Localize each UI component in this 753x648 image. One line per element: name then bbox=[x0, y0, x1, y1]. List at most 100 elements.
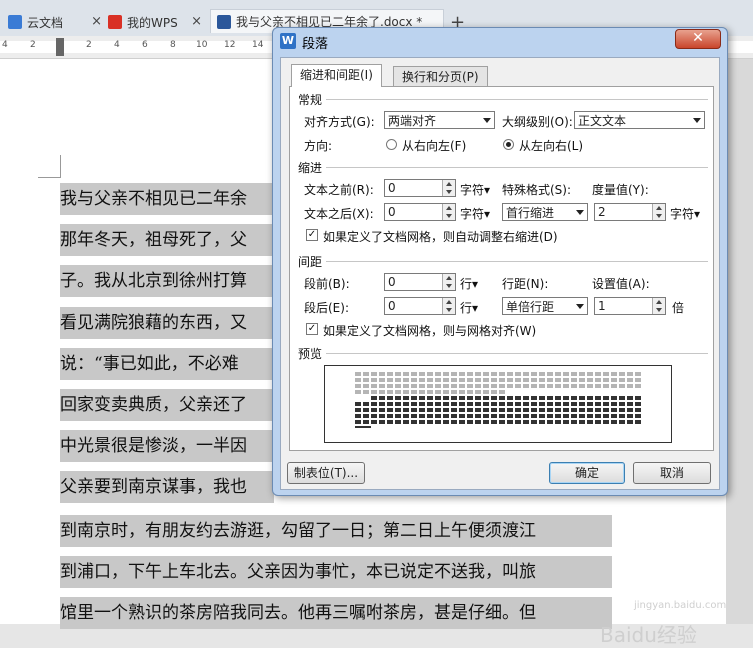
tab-label: 我的WPS bbox=[127, 15, 178, 30]
preview-line bbox=[355, 384, 641, 388]
indent-after-value: 0 bbox=[388, 205, 396, 219]
spin-arrows-icon[interactable] bbox=[652, 298, 665, 314]
line-spacing-label: 行距(N): bbox=[502, 277, 549, 291]
tab-stops-button[interactable]: 制表位(T)... bbox=[287, 462, 365, 484]
space-before-unit[interactable]: 行▾ bbox=[460, 275, 478, 292]
section-divider bbox=[326, 167, 708, 168]
outline-value: 正文文本 bbox=[578, 114, 627, 128]
measure-input[interactable]: 2 bbox=[594, 203, 666, 221]
set-value-label: 设置值(A): bbox=[592, 277, 650, 291]
ruler-label: 2 bbox=[30, 40, 36, 50]
document-line: 那年冬天，祖母死了，父 bbox=[60, 224, 274, 256]
indent-before-input[interactable]: 0 bbox=[384, 179, 456, 197]
direction-label: 方向: bbox=[304, 139, 333, 153]
set-value-unit: 倍 bbox=[672, 301, 685, 315]
outline-label: 大纲级别(O): bbox=[502, 115, 573, 129]
ltr-label[interactable]: 从左向右(L) bbox=[519, 137, 583, 154]
wps-logo-icon bbox=[108, 15, 122, 29]
document-line: 到浦口，下午上车北去。父亲因为事忙，本已说定不送我，叫旅 bbox=[60, 556, 612, 588]
section-general: 常规 bbox=[298, 93, 323, 107]
section-spacing: 间距 bbox=[298, 255, 323, 269]
space-before-input[interactable]: 0 bbox=[384, 273, 456, 291]
dialog-body: 缩进和间距(I) 换行和分页(P) 常规 对齐方式(G): 两端对齐 大纲级别(… bbox=[280, 57, 720, 490]
section-indent: 缩进 bbox=[298, 161, 323, 175]
watermark-logo: Baidu经验 bbox=[600, 623, 697, 647]
document-line: 到南京时，有朋友约去游逛，勾留了一日；第二日上午便须渡江 bbox=[60, 515, 612, 547]
line-spacing-value: 单倍行距 bbox=[506, 300, 555, 314]
outline-select[interactable]: 正文文本 bbox=[574, 111, 705, 129]
indent-marker[interactable] bbox=[56, 38, 64, 56]
set-value-value: 1 bbox=[598, 299, 606, 313]
document-line: 父亲要到南京谋事，我也 bbox=[60, 471, 274, 503]
space-before-label: 段前(B): bbox=[304, 277, 350, 291]
set-value-input[interactable]: 1 bbox=[594, 297, 666, 315]
ltr-radio[interactable] bbox=[503, 139, 514, 150]
ruler-label: 2 bbox=[86, 40, 92, 50]
special-format-value: 首行缩进 bbox=[506, 206, 555, 220]
dialog-titlebar[interactable]: W 段落 ✕ bbox=[273, 28, 727, 54]
measure-unit[interactable]: 字符▾ bbox=[670, 205, 700, 222]
preview-line bbox=[355, 402, 641, 406]
space-after-input[interactable]: 0 bbox=[384, 297, 456, 315]
tab-line-page-break[interactable]: 换行和分页(P) bbox=[393, 66, 488, 87]
document-line: 说：“事已如此，不必难 bbox=[60, 348, 274, 380]
special-format-select[interactable]: 首行缩进 bbox=[502, 203, 588, 221]
spin-arrows-icon[interactable] bbox=[652, 204, 665, 220]
watermark-url: jingyan.baidu.com bbox=[634, 600, 727, 611]
document-line: 子。我从北京到徐州打算 bbox=[60, 265, 274, 297]
tab-my-wps[interactable]: 我的WPS × bbox=[108, 10, 208, 34]
preview-line bbox=[355, 378, 641, 382]
spin-arrows-icon[interactable] bbox=[442, 204, 455, 220]
tab-panel: 常规 对齐方式(G): 两端对齐 大纲级别(O): 正文文本 方向: 从右向左(… bbox=[289, 86, 714, 451]
section-preview: 预览 bbox=[298, 347, 323, 361]
ruler-label: 6 bbox=[142, 40, 148, 50]
preview-line bbox=[355, 408, 641, 412]
indent-before-label: 文本之前(R): bbox=[304, 183, 374, 197]
chevron-down-icon bbox=[576, 210, 584, 215]
indent-after-unit[interactable]: 字符▾ bbox=[460, 205, 490, 222]
tab-close-icon[interactable]: × bbox=[191, 14, 202, 29]
wps-writer-icon: W bbox=[280, 33, 296, 49]
document-line: 我与父亲不相见已二年余 bbox=[60, 183, 274, 215]
rtl-label[interactable]: 从右向左(F) bbox=[402, 137, 466, 154]
auto-right-indent-label[interactable]: 如果定义了文档网格，则自动调整右缩进(D) bbox=[323, 228, 558, 245]
ruler-label: 4 bbox=[114, 40, 120, 50]
preview-line bbox=[355, 426, 371, 428]
snap-to-grid-checkbox[interactable]: ✓ bbox=[306, 323, 318, 335]
space-after-unit[interactable]: 行▾ bbox=[460, 299, 478, 316]
document-line: 看见满院狼藉的东西，又 bbox=[60, 307, 274, 339]
align-label: 对齐方式(G): bbox=[304, 115, 375, 129]
chevron-down-icon bbox=[693, 118, 701, 123]
space-before-value: 0 bbox=[388, 275, 396, 289]
section-divider bbox=[326, 353, 708, 354]
special-format-label: 特殊格式(S): bbox=[502, 183, 572, 197]
space-after-label: 段后(E): bbox=[304, 301, 349, 315]
measure-label: 度量值(Y): bbox=[592, 183, 649, 197]
cancel-button[interactable]: 取消 bbox=[633, 462, 711, 484]
snap-to-grid-label[interactable]: 如果定义了文档网格，则与网格对齐(W) bbox=[323, 322, 536, 339]
tab-indent-spacing[interactable]: 缩进和间距(I) bbox=[291, 64, 382, 87]
space-after-value: 0 bbox=[388, 299, 396, 313]
ruler-label: 8 bbox=[170, 40, 176, 50]
spin-arrows-icon[interactable] bbox=[442, 180, 455, 196]
tab-close-icon[interactable]: × bbox=[91, 14, 102, 29]
rtl-radio[interactable] bbox=[386, 139, 397, 150]
line-spacing-select[interactable]: 单倍行距 bbox=[502, 297, 588, 315]
indent-before-unit[interactable]: 字符▾ bbox=[460, 181, 490, 198]
align-select[interactable]: 两端对齐 bbox=[384, 111, 495, 129]
auto-right-indent-checkbox[interactable]: ✓ bbox=[306, 229, 318, 241]
ok-button[interactable]: 确定 bbox=[549, 462, 625, 484]
document-line: 中光景很是惨淡，一半因 bbox=[60, 430, 274, 462]
spin-arrows-icon[interactable] bbox=[442, 298, 455, 314]
indent-before-value: 0 bbox=[388, 181, 396, 195]
dialog-title: 段落 bbox=[302, 37, 329, 52]
page-corner-mark bbox=[38, 155, 61, 178]
indent-after-input[interactable]: 0 bbox=[384, 203, 456, 221]
dialog-close-button[interactable]: ✕ bbox=[675, 29, 721, 49]
tab-cloud-docs[interactable]: 云文档 × bbox=[8, 10, 108, 34]
ruler-label: 12 bbox=[224, 40, 236, 50]
ruler-label: 14 bbox=[252, 40, 264, 50]
preview-line bbox=[355, 420, 641, 424]
preview-line bbox=[355, 414, 641, 418]
spin-arrows-icon[interactable] bbox=[442, 274, 455, 290]
